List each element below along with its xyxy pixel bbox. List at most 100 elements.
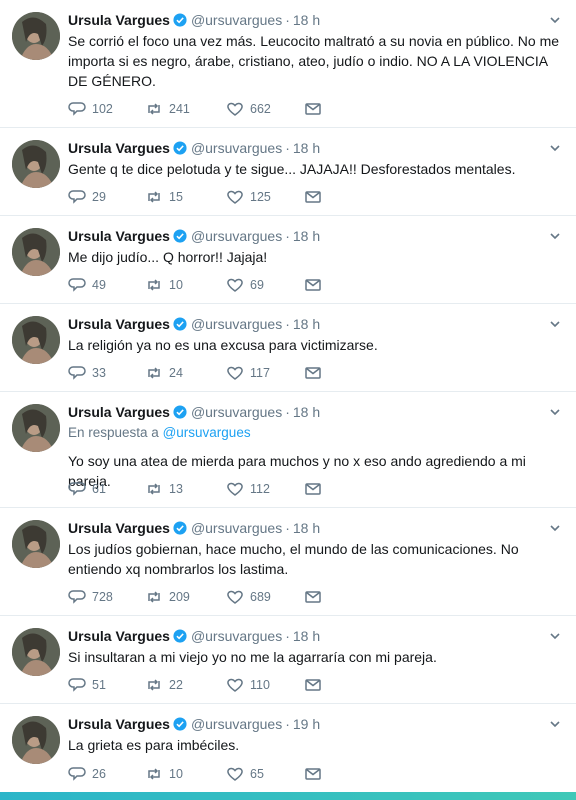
- envelope-icon: [305, 279, 321, 291]
- user-name[interactable]: Ursula Vargues: [68, 228, 170, 244]
- reply-button[interactable]: 49: [68, 275, 106, 295]
- tweet[interactable]: Ursula Vargues @ursuvargues · 18 h Me dijo …: [0, 216, 576, 304]
- tweet[interactable]: Ursula Vargues @ursuvargues · 18 h Se corri…: [0, 0, 576, 128]
- like-button[interactable]: 112: [226, 479, 270, 499]
- direct-message-button[interactable]: [304, 275, 322, 295]
- chevron-down-icon[interactable]: [548, 13, 562, 27]
- timestamp[interactable]: 19 h: [293, 716, 320, 732]
- user-handle[interactable]: @ursuvargues: [191, 12, 282, 28]
- chevron-down-icon[interactable]: [548, 629, 562, 643]
- avatar[interactable]: [12, 316, 60, 364]
- avatar[interactable]: [12, 404, 60, 452]
- like-button[interactable]: 69: [226, 275, 264, 295]
- user-name[interactable]: Ursula Vargues: [68, 316, 170, 332]
- retweet-button[interactable]: 10: [145, 275, 183, 295]
- retweet-button[interactable]: 13: [145, 479, 183, 499]
- envelope-icon: [305, 591, 321, 603]
- chevron-down-icon[interactable]: [548, 317, 562, 331]
- reply-count: 33: [92, 366, 106, 380]
- user-name[interactable]: Ursula Vargues: [68, 520, 170, 536]
- chevron-down-icon[interactable]: [548, 141, 562, 155]
- like-button[interactable]: 110: [226, 675, 270, 695]
- reply-button[interactable]: 33: [68, 363, 106, 383]
- separator-dot: ·: [285, 12, 290, 28]
- retweet-button[interactable]: 15: [145, 187, 183, 207]
- user-handle[interactable]: @ursuvargues: [191, 228, 282, 244]
- avatar[interactable]: [12, 628, 60, 676]
- reply-button[interactable]: 61: [68, 479, 106, 499]
- timestamp[interactable]: 18 h: [293, 628, 320, 644]
- tweet[interactable]: Ursula Vargues @ursuvargues · 18 h Gente q …: [0, 128, 576, 216]
- reply-button[interactable]: 102: [68, 99, 113, 119]
- user-name[interactable]: Ursula Vargues: [68, 716, 170, 732]
- user-name[interactable]: Ursula Vargues: [68, 140, 170, 156]
- tweet[interactable]: Ursula Vargues @ursuvargues · 18 h Los judí…: [0, 508, 576, 616]
- reply-icon: [68, 590, 86, 604]
- user-name[interactable]: Ursula Vargues: [68, 404, 170, 420]
- avatar[interactable]: [12, 12, 60, 60]
- retweet-count: 24: [169, 366, 183, 380]
- user-handle[interactable]: @ursuvargues: [191, 316, 282, 332]
- reply-icon: [68, 190, 86, 204]
- reply-button[interactable]: 29: [68, 187, 106, 207]
- avatar[interactable]: [12, 140, 60, 188]
- user-handle[interactable]: @ursuvargues: [191, 140, 282, 156]
- heart-icon: [227, 102, 243, 116]
- retweet-icon: [148, 591, 160, 603]
- like-button[interactable]: 65: [226, 764, 264, 784]
- tweet[interactable]: Ursula Vargues @ursuvargues · 18 h La relig…: [0, 304, 576, 392]
- user-handle[interactable]: @ursuvargues: [191, 716, 282, 732]
- tweet[interactable]: Ursula Vargues @ursuvargues · 19 h La griet…: [0, 704, 576, 792]
- avatar[interactable]: [12, 716, 60, 764]
- verified-badge-icon: [173, 628, 187, 643]
- chevron-down-icon[interactable]: [548, 717, 562, 731]
- timestamp[interactable]: 18 h: [293, 228, 320, 244]
- chevron-down-icon[interactable]: [548, 405, 562, 419]
- chevron-down-icon[interactable]: [548, 521, 562, 535]
- tweet[interactable]: Ursula Vargues @ursuvargues · 18 h En respu…: [0, 392, 576, 508]
- tweet[interactable]: Ursula Vargues @ursuvargues · 18 h Si insul…: [0, 616, 576, 704]
- like-button[interactable]: 117: [226, 363, 270, 383]
- tweet-text: Si insultaran a mi viejo yo no me la aga…: [68, 649, 437, 665]
- timestamp[interactable]: 18 h: [293, 12, 320, 28]
- timestamp[interactable]: 18 h: [293, 520, 320, 536]
- user-handle[interactable]: @ursuvargues: [191, 404, 282, 420]
- user-handle[interactable]: @ursuvargues: [191, 520, 282, 536]
- retweet-button[interactable]: 241: [145, 99, 190, 119]
- retweet-button[interactable]: 22: [145, 675, 183, 695]
- like-button[interactable]: 662: [226, 99, 271, 119]
- like-button[interactable]: 125: [226, 187, 271, 207]
- user-name[interactable]: Ursula Vargues: [68, 628, 170, 644]
- direct-message-button[interactable]: [304, 187, 322, 207]
- avatar[interactable]: [12, 228, 60, 276]
- like-button[interactable]: 689: [226, 587, 271, 607]
- reply-button[interactable]: 51: [68, 675, 106, 695]
- retweet-button[interactable]: 10: [145, 764, 183, 784]
- timestamp[interactable]: 18 h: [293, 404, 320, 420]
- user-handle[interactable]: @ursuvargues: [191, 628, 282, 644]
- direct-message-button[interactable]: [304, 764, 322, 784]
- heart-icon: [227, 767, 243, 781]
- tweet-text: Se corrió el foco una vez más. Leucocito…: [68, 33, 560, 89]
- chevron-down-icon[interactable]: [548, 229, 562, 243]
- separator-dot: ·: [285, 628, 290, 644]
- reply-icon: [68, 102, 86, 116]
- reply-button[interactable]: 728: [68, 587, 113, 607]
- retweet-count: 10: [169, 767, 183, 781]
- avatar[interactable]: [12, 520, 60, 568]
- direct-message-button[interactable]: [304, 363, 322, 383]
- timestamp[interactable]: 18 h: [293, 316, 320, 332]
- verified-badge-icon: [173, 12, 187, 27]
- reply-to-link[interactable]: @ursuvargues: [163, 425, 251, 440]
- reply-button[interactable]: 26: [68, 764, 106, 784]
- separator-dot: ·: [285, 716, 290, 732]
- direct-message-button[interactable]: [304, 479, 322, 499]
- direct-message-button[interactable]: [304, 675, 322, 695]
- separator-dot: ·: [285, 140, 290, 156]
- direct-message-button[interactable]: [304, 587, 322, 607]
- direct-message-button[interactable]: [304, 99, 322, 119]
- retweet-button[interactable]: 24: [145, 363, 183, 383]
- user-name[interactable]: Ursula Vargues: [68, 12, 170, 28]
- timestamp[interactable]: 18 h: [293, 140, 320, 156]
- retweet-button[interactable]: 209: [145, 587, 190, 607]
